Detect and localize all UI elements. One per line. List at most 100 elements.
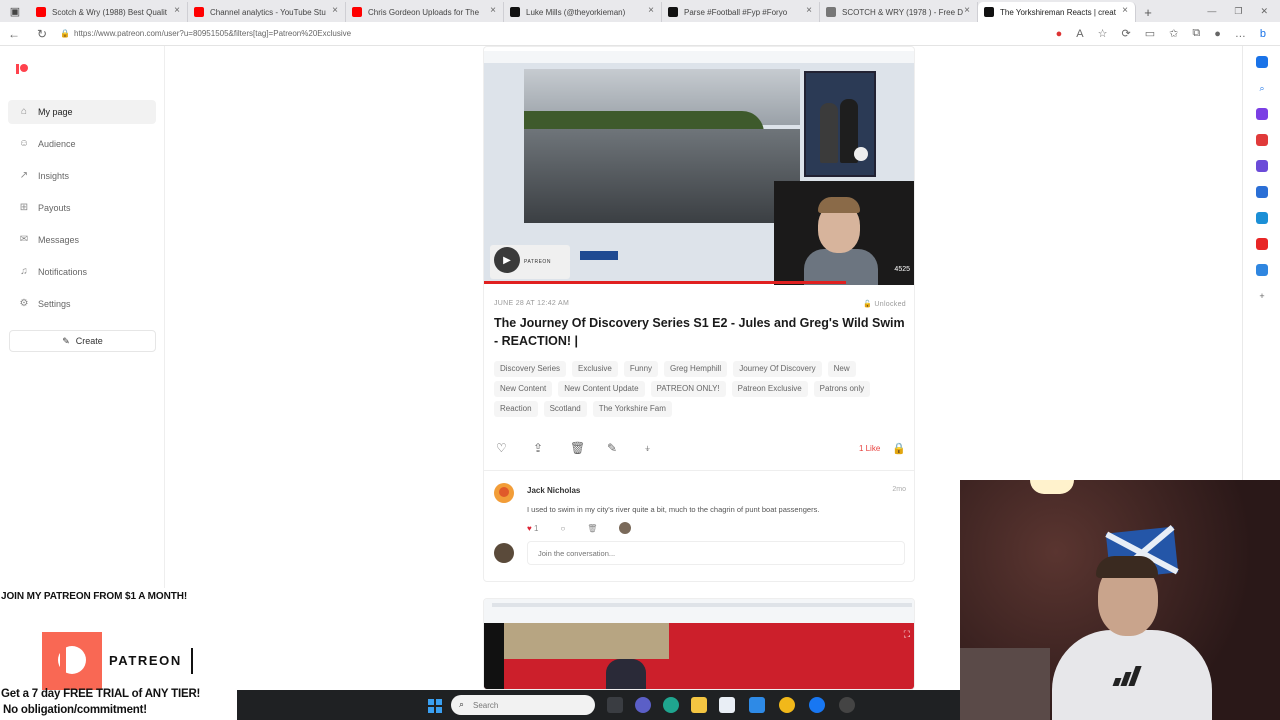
close-tab-icon[interactable]: × (174, 5, 180, 16)
facebook-icon[interactable] (809, 697, 825, 713)
sidebar-item-label: Insights (38, 171, 70, 181)
back-icon[interactable]: ← (0, 27, 28, 41)
close-tab-icon[interactable]: × (964, 5, 970, 16)
pin-icon[interactable]: ⍖ (644, 441, 681, 456)
close-tab-icon[interactable]: × (1122, 5, 1128, 16)
post-tag[interactable]: New Content (494, 381, 553, 397)
share-icon[interactable]: ⇪ (533, 441, 570, 455)
post-tag[interactable]: Patrons only (813, 381, 871, 397)
post-tag[interactable]: New (827, 361, 856, 377)
profile-icon[interactable]: ● (1214, 28, 1221, 40)
sidebar-app-icon[interactable] (1256, 56, 1268, 68)
browser-tab[interactable]: Chris Gordeon Uploads for The × (346, 2, 504, 22)
new-tab-button[interactable]: + (1136, 2, 1160, 22)
play-icon[interactable]: ▶ (494, 247, 520, 273)
edge-icon[interactable] (663, 697, 679, 713)
post-tag[interactable]: Scotland (543, 401, 587, 417)
post-tag[interactable]: Exclusive (572, 361, 618, 377)
reply-icon[interactable]: ○ (560, 524, 565, 533)
copilot-app-icon[interactable] (1256, 264, 1268, 276)
file-explorer-icon[interactable] (691, 697, 707, 713)
edit-post-icon[interactable]: ✎ (607, 441, 644, 455)
comment-input[interactable] (527, 541, 905, 565)
sidebar-item-audience[interactable]: ☺ Audience (8, 132, 156, 156)
favorite-icon[interactable]: ☆ (1098, 27, 1108, 40)
maximize-icon[interactable]: ❐ (1234, 6, 1242, 17)
sidebar-item-my-page[interactable]: ⌂ My page (8, 100, 156, 124)
post-tag[interactable]: New Content Update (558, 381, 645, 397)
taskbar-search[interactable]: ⌕ Search (451, 695, 595, 715)
collections-icon[interactable]: ⧉ (1192, 27, 1200, 40)
close-tab-icon[interactable]: × (490, 5, 496, 16)
url-field[interactable]: 🔒 https://www.patreon.com/user?u=8095150… (60, 25, 920, 43)
patreon-logo-icon[interactable] (16, 64, 28, 74)
create-label: Create (75, 336, 103, 346)
favorites-bar-icon[interactable]: ✩ (1169, 27, 1178, 40)
close-tab-icon[interactable]: × (806, 5, 812, 16)
browser-tab[interactable]: Scotch & Wry (1988) Best Qualit × (30, 2, 188, 22)
sidebar-item-messages[interactable]: ✉ Messages (8, 228, 156, 252)
store-icon[interactable] (719, 697, 735, 713)
locked-icon[interactable]: 🔒 (892, 442, 906, 455)
sidebar-item-payouts[interactable]: ⊞ Payouts (8, 196, 156, 220)
reactor-webcam-image: 4525 (774, 181, 914, 285)
delete-icon[interactable]: 🗑 (570, 441, 607, 455)
windows-start-icon[interactable] (428, 699, 442, 713)
outlook-icon[interactable] (1256, 212, 1268, 224)
tag-icon[interactable] (1256, 108, 1268, 120)
refresh-extension-icon[interactable]: ⟳ (1122, 27, 1131, 40)
comment-author[interactable]: Jack Nicholas (527, 486, 580, 495)
browser-tab[interactable]: SCOTCH & WRY (1978 ) - Free D × (820, 2, 978, 22)
create-button[interactable]: ✎ Create (9, 330, 156, 352)
sidebar-item-notifications[interactable]: ♫ Notifications (8, 260, 156, 284)
browser-tab[interactable]: Parse #Football #Fyp #Foryo × (662, 2, 820, 22)
add-app-icon[interactable]: + (1256, 290, 1268, 302)
browser-tab[interactable]: Luke Mills (@theyorkieman) × (504, 2, 662, 22)
search-icon[interactable]: ⌕ (1256, 82, 1268, 94)
next-post-thumbnail[interactable]: ⛶ (484, 623, 914, 689)
sidebar-item-insights[interactable]: ↗ Insights (8, 164, 156, 188)
post-video-thumbnail[interactable]: 4525 ▶ PATREON (484, 51, 914, 285)
browser-tab[interactable]: Channel analytics - YouTube Stu × (188, 2, 346, 22)
post-title[interactable]: The Journey Of Discovery Series S1 E2 - … (494, 314, 906, 350)
obs-icon[interactable] (839, 697, 855, 713)
post-tag[interactable]: The Yorkshire Fam (592, 401, 672, 417)
extension-icon[interactable]: ● (1056, 28, 1063, 40)
like-count[interactable]: 1 Like (859, 444, 880, 453)
close-tab-icon[interactable]: × (648, 5, 654, 16)
split-screen-icon[interactable]: ▭ (1145, 27, 1155, 40)
avatar[interactable] (494, 483, 514, 503)
task-view-icon[interactable] (607, 697, 623, 713)
lock-icon[interactable]: 🔒 (60, 29, 74, 38)
browser-tab[interactable]: The Yorkshireman Reacts | creat × (978, 2, 1136, 22)
post-tag[interactable]: Discovery Series (494, 361, 567, 377)
trash-icon[interactable]: 🗑 (587, 524, 597, 533)
tab-actions-icon[interactable]: ▣ (0, 0, 30, 22)
read-aloud-icon[interactable]: A (1076, 28, 1083, 40)
windows-taskbar: ⌕ Search (237, 690, 960, 720)
post-tag[interactable]: Reaction (494, 401, 538, 417)
video-progress-bar[interactable] (484, 281, 846, 284)
like-icon[interactable]: ♡ (496, 441, 533, 455)
office-icon[interactable] (1256, 186, 1268, 198)
chrome-icon[interactable] (779, 697, 795, 713)
post-tag[interactable]: Greg Hemphill (664, 361, 728, 377)
more-icon[interactable]: … (1235, 28, 1246, 40)
chat-icon[interactable] (635, 697, 651, 713)
tab-label: Luke Mills (@theyorkieman) (526, 7, 626, 17)
heart-reaction[interactable]: ♥ 1 (527, 524, 538, 533)
close-tab-icon[interactable]: × (332, 5, 338, 16)
games-icon[interactable] (1256, 160, 1268, 172)
post-tag[interactable]: PATREON ONLY! (650, 381, 726, 397)
toolbox-icon[interactable] (1256, 134, 1268, 146)
copilot-icon[interactable]: b (1260, 28, 1266, 40)
close-window-icon[interactable]: ✕ (1260, 6, 1268, 17)
youtube-icon[interactable] (1256, 238, 1268, 250)
refresh-icon[interactable]: ↻ (28, 27, 56, 41)
sidebar-item-settings[interactable]: ⚙ Settings (8, 292, 156, 316)
minimize-icon[interactable]: — (1207, 6, 1216, 16)
post-tag[interactable]: Patreon Exclusive (731, 381, 808, 397)
post-tag[interactable]: Funny (623, 361, 659, 377)
post-tag[interactable]: Journey Of Discovery (733, 361, 822, 377)
photos-icon[interactable] (749, 697, 765, 713)
